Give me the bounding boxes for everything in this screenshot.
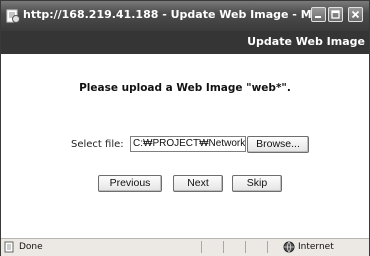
page-title: Update Web Image	[247, 35, 365, 48]
maximize-button[interactable]	[328, 7, 343, 22]
page-header: Update Web Image	[1, 31, 369, 54]
status-text: Done	[19, 242, 43, 252]
minimize-icon	[315, 16, 321, 18]
minimize-button[interactable]	[311, 7, 326, 22]
page-content: Please upload a Web Image "web*". Select…	[1, 54, 369, 238]
browse-button[interactable]: Browse...	[247, 136, 309, 153]
window-title: http://168.219.41.188 - Update Web Image…	[23, 8, 313, 21]
file-label: Select file:	[71, 139, 124, 150]
status-divider	[267, 241, 268, 253]
status-bar: Done Internet	[1, 238, 369, 256]
upload-instruction: Please upload a Web Image "web*".	[79, 82, 291, 94]
status-divider	[201, 241, 202, 253]
status-divider	[245, 241, 246, 253]
browser-window: http://168.219.41.188 - Update Web Image…	[0, 0, 370, 256]
security-zone: Internet	[298, 242, 334, 252]
close-button[interactable]	[348, 7, 363, 22]
close-icon	[351, 10, 360, 19]
next-button[interactable]: Next	[173, 175, 223, 192]
ie-page-icon	[6, 8, 20, 23]
file-path-input[interactable]: C:₩PROJECT₩Network	[130, 136, 246, 152]
globe-icon	[283, 241, 295, 253]
status-divider	[223, 241, 224, 253]
previous-button[interactable]: Previous	[98, 175, 162, 192]
page-done-icon	[4, 241, 16, 253]
maximize-icon	[331, 10, 340, 19]
skip-button[interactable]: Skip	[232, 175, 282, 192]
title-bar[interactable]: http://168.219.41.188 - Update Web Image…	[1, 1, 369, 31]
